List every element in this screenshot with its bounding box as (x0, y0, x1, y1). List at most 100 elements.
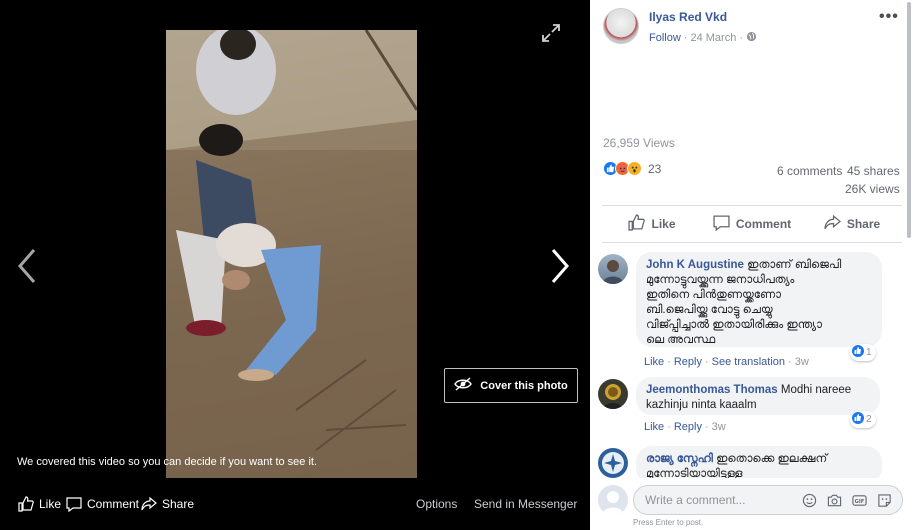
meta-separator: · (683, 32, 688, 44)
comment-age[interactable]: 3w (795, 356, 809, 368)
viewer-share-button[interactable]: Share (141, 496, 194, 512)
reaction-count: 23 (648, 161, 662, 176)
comment-text-line: ഇതിനെ പിൻതുണയ്ക്കണോ (646, 289, 781, 301)
emoji-icon[interactable] (802, 493, 817, 508)
like-button[interactable]: Like (602, 206, 702, 242)
post-meta: Follow · 24 March · (649, 31, 757, 45)
comment-age[interactable]: 3w (712, 421, 726, 433)
globe-icon (746, 31, 757, 45)
share-arrow-icon (824, 214, 841, 234)
sticker-icon[interactable] (877, 493, 892, 508)
cover-photo-label: Cover this photo (480, 379, 568, 392)
comment-composer: GIF Press Enter to post. (590, 478, 913, 530)
like-reaction-icon (852, 412, 864, 427)
comment-bubble: Jeemonthomas Thomas Modhi nareee kazhinj… (636, 377, 880, 415)
fullscreen-icon[interactable] (540, 22, 562, 44)
comment-item: Jeemonthomas Thomas Modhi nareee kazhinj… (598, 377, 898, 437)
video-frame[interactable] (166, 30, 417, 478)
comment-text-line: kazhinju ninta kaaalm (646, 399, 757, 411)
scrollbar-thumb[interactable] (907, 2, 911, 238)
comment-text-line: ലെ അവസ്ഥ (646, 334, 716, 346)
post-panel: Ilyas Red Vkd Follow · 24 March · ••• 26… (590, 0, 913, 530)
eye-slash-icon (454, 377, 473, 394)
comment-reaction-count: 2 (866, 414, 872, 425)
video-scene (166, 30, 417, 478)
comment-bubble: രാജ്യ സ്നേഹി ഇതൊക്കെ ഇലക്ഷന് മുന്നോടിയായ… (636, 446, 882, 478)
comment-actions: Like · Reply · See translation · 3w (644, 356, 809, 368)
previous-arrow-icon[interactable] (14, 246, 42, 286)
comment-bubble-icon (66, 496, 82, 512)
comment-item: John K Augustine ഇതാണ് ബിജെപി മുന്നോട്ടു… (598, 252, 898, 372)
commenter-name[interactable]: രാജ്യ സ്നേഹി (646, 453, 713, 465)
like-reaction-icon (852, 345, 864, 360)
camera-icon[interactable] (827, 493, 842, 508)
covered-video-message: We covered this video so you can decide … (17, 456, 318, 468)
viewer-share-label: Share (162, 497, 195, 511)
viewer-like-label: Like (39, 497, 62, 511)
reaction-summary[interactable]: 23 (603, 161, 661, 176)
comment-text-line: മുന്നോടിയായിട്ടുള്ള (646, 468, 743, 478)
comment-text-line: ബി.ജെപിയ്ക്കു വോട്ടു ചെയ്യു (646, 304, 773, 316)
comment-reaction-badge[interactable]: 2 (850, 411, 876, 428)
gif-icon[interactable]: GIF (852, 493, 867, 508)
send-in-messenger-link[interactable]: Send in Messenger (474, 497, 577, 511)
comment-like-link[interactable]: Like (644, 356, 664, 368)
comment-bubble: John K Augustine ഇതാണ് ബിജെപി മുന്നോട്ടു… (636, 252, 882, 347)
next-arrow-icon[interactable] (545, 246, 573, 286)
comment-text-line: മുന്നോട്ടുവയ്ക്കുന്ന ജനാധിപത്യം (646, 274, 795, 286)
views-line: 26,959 Views (603, 136, 675, 150)
comment-reply-link[interactable]: Reply (674, 356, 702, 368)
comment-reply-link[interactable]: Reply (674, 421, 702, 433)
comment-button[interactable]: Comment (702, 206, 802, 242)
commenter-avatar[interactable] (598, 379, 628, 409)
comment-like-link[interactable]: Like (644, 421, 664, 433)
share-button[interactable]: Share (802, 206, 902, 242)
commenter-name[interactable]: John K Augustine (646, 259, 744, 271)
comment-label: Comment (735, 217, 792, 231)
meta-separator-2: · (739, 32, 743, 44)
current-user-avatar (598, 485, 628, 515)
follow-link[interactable]: Follow (649, 32, 681, 44)
press-enter-hint: Press Enter to post. (633, 518, 704, 527)
author-name-link[interactable]: Ilyas Red Vkd (649, 10, 727, 24)
comment-text-line: Modhi nareee (780, 384, 852, 396)
thumbs-up-icon (18, 496, 34, 512)
viewer-comment-label: Comment (87, 497, 140, 511)
commenter-avatar[interactable] (598, 254, 628, 284)
panel-scrollbar[interactable] (906, 0, 912, 240)
comment-reaction-badge[interactable]: 1 (850, 344, 876, 361)
shares-count-link[interactable]: 45 shares (847, 164, 900, 178)
more-options-icon[interactable]: ••• (879, 8, 899, 26)
commenter-name[interactable]: Jeemonthomas Thomas (646, 384, 778, 396)
see-translation-link[interactable]: See translation (712, 356, 785, 368)
options-link[interactable]: Options (416, 497, 457, 511)
comment-item: രാജ്യ സ്നേഹി ഇതൊക്കെ ഇലക്ഷന് മുന്നോടിയായ… (598, 446, 898, 478)
cover-photo-button[interactable]: Cover this photo (444, 368, 578, 403)
svg-text:GIF: GIF (855, 499, 865, 505)
comment-text-line: ഇതാണ് ബിജെപി (747, 259, 842, 271)
comment-bubble-icon (713, 214, 730, 234)
post-header: Ilyas Red Vkd Follow · 24 March · ••• (590, 0, 913, 60)
comment-text-line: വിജ്പ്പിച്ചാൽ ഇതായിരിക്കും ഇന്ത്യാ (646, 319, 822, 331)
viewer-comment-button[interactable]: Comment (66, 496, 139, 512)
comment-text-line: ഇതൊക്കെ ഇലക്ഷന് (716, 453, 828, 465)
post-action-bar: Like Comment Share (602, 205, 902, 243)
comment-box: GIF (633, 485, 903, 515)
viewer-like-button[interactable]: Like (18, 496, 61, 512)
comments-count-link[interactable]: 6 comments (777, 164, 842, 178)
views-count: 26K views (845, 182, 900, 196)
comments-list: John K Augustine ഇതാണ് ബിജെപി മുന്നോട്ടു… (590, 248, 904, 478)
comment-input[interactable] (645, 493, 785, 507)
commenter-avatar[interactable] (598, 448, 628, 478)
share-arrow-icon (141, 496, 157, 512)
share-label: Share (846, 217, 881, 231)
like-label: Like (651, 217, 676, 231)
thumbs-up-icon (628, 214, 646, 234)
comment-actions: Like · Reply · 3w (644, 421, 726, 433)
comment-reaction-count: 1 (866, 347, 872, 358)
post-date[interactable]: 24 March (690, 32, 736, 44)
media-viewer: Cover this photo We covered this video s… (0, 0, 590, 530)
author-avatar[interactable] (603, 8, 639, 44)
wow-reaction-icon (627, 161, 642, 176)
viewer-bottom-bar: Like Comment Share Options Send in Messe… (0, 488, 590, 520)
